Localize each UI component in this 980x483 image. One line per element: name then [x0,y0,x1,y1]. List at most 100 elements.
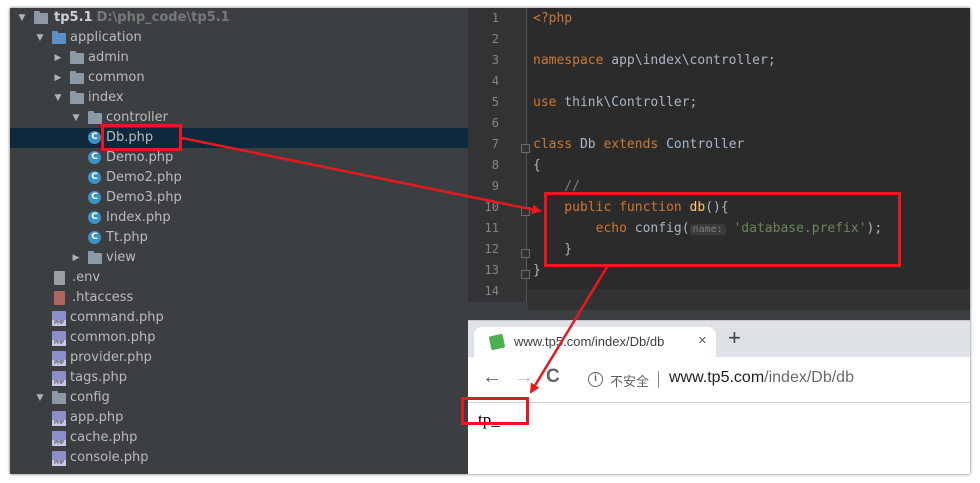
code-line-13[interactable]: } [533,260,541,281]
folder-icon [52,391,66,404]
code-line-3[interactable]: namespace app\index\controller; [533,50,776,71]
tree-item[interactable]: tags.php [10,368,468,388]
tree-item-label: console.php [70,450,149,465]
code-line-5[interactable]: use think\Controller; [533,92,697,113]
tree-item[interactable]: ▶ common [10,68,468,88]
close-brace-class: } [533,263,541,278]
tree-item[interactable]: ▼ controller [10,108,468,128]
forward-button[interactable]: → [514,366,534,389]
tree-root[interactable]: ▼ tp5.1 D:\php_code\tp5.1 [10,8,468,28]
folder-icon [34,11,48,24]
address-separator [658,371,659,388]
source-folder-icon [52,31,66,44]
fold-marker-icon[interactable] [521,207,530,216]
tree-item[interactable]: common.php [10,328,468,348]
chevron-down-icon[interactable]: ▼ [52,88,64,108]
php-class-icon: C [88,231,101,244]
tree-item[interactable]: ▼ index [10,88,468,108]
highlight-db-file [101,124,182,151]
tree-item-label: Tt.php [106,230,148,245]
tree-item[interactable]: command.php [10,308,468,328]
code-line-8[interactable]: { [533,155,541,176]
tree-item-label: common [88,70,145,85]
project-tree: ▼ tp5.1 D:\php_code\tp5.1 ▼ application ▶ ad… [10,8,468,474]
chevron-right-icon[interactable]: ▶ [70,248,82,268]
tree-item-label: command.php [70,310,164,325]
folder-icon [70,51,84,64]
php-file-icon [52,451,66,466]
url-path: /index/Db/db [764,369,854,386]
tree-item-label: Demo2.php [106,170,182,185]
tree-item-label: config [70,390,110,405]
fold-marker-icon[interactable] [521,249,530,258]
tree-item-label: application [70,30,142,45]
close-tab-icon[interactable]: × [698,332,707,349]
chevron-down-icon[interactable]: ▼ [16,8,28,28]
url-host: www.tp5.com [669,369,765,386]
fold-marker-icon[interactable] [521,144,530,153]
line-number: 7 [491,137,499,151]
line-number: 10 [484,200,499,214]
tree-item[interactable]: C Demo3.php [10,188,468,208]
chevron-down-icon[interactable]: ▼ [34,388,46,408]
tree-item[interactable]: .env [10,268,468,288]
tree-item[interactable]: C Index.php [10,208,468,228]
tree-item-label: cache.php [70,430,138,445]
browser-tab-bar: www.tp5.com/index/Db/db × + [468,321,970,357]
fold-marker-icon[interactable] [521,270,530,279]
tree-item[interactable]: ▶ view [10,248,468,268]
env-file-icon [54,271,65,285]
browser-toolbar: ← → C i 不安全 www.tp5.com/index/Db/db [468,357,970,403]
tree-root-path: D:\php_code\tp5.1 [96,10,230,25]
htaccess-file-icon [54,291,65,305]
tree-item-label: .env [72,270,101,285]
folder-icon [88,111,102,124]
parent-class: Controller [658,137,745,152]
favicon-icon [488,333,506,351]
php-class-icon: C [88,131,101,144]
folder-icon [70,71,84,84]
namespace-keyword: namespace [533,53,604,68]
info-icon[interactable]: i [588,372,603,387]
line-number: 9 [491,179,499,193]
class-keyword: class [533,137,573,152]
tree-item-label: Index.php [106,210,171,225]
tree-item[interactable]: C Demo2.php [10,168,468,188]
tree-item[interactable]: ▼ application [10,28,468,48]
address-bar[interactable]: www.tp5.com/index/Db/db [669,369,854,387]
tree-item[interactable]: provider.php [10,348,468,368]
tree-item[interactable]: console.php [10,448,468,468]
tree-item[interactable]: C Demo.php [10,148,468,168]
php-file-icon [52,431,66,446]
tree-item-label: admin [88,50,129,65]
tree-item[interactable]: ▶ admin [10,48,468,68]
line-number: 6 [491,116,499,130]
line-number: 5 [491,95,499,109]
insecure-label[interactable]: 不安全 [610,371,649,390]
php-open-tag: <?php [533,11,573,26]
chevron-right-icon[interactable]: ▶ [52,48,64,68]
new-tab-button[interactable]: + [728,325,741,351]
tree-item-label: app.php [70,410,124,425]
line-number: 3 [491,53,499,67]
tree-item[interactable]: C Tt.php [10,228,468,248]
browser-window: www.tp5.com/index/Db/db × + ← → C i 不安全 … [468,320,970,474]
tree-item-label: .htaccess [72,290,134,305]
code-line-7[interactable]: class Db extends Controller [533,134,744,155]
line-number: 4 [491,74,499,88]
browser-tab[interactable]: www.tp5.com/index/Db/db × [474,327,716,357]
back-button[interactable]: ← [482,366,502,389]
code-line-1[interactable]: <?php [533,8,572,29]
highlight-code-block [544,192,901,267]
tree-item[interactable]: C Db.php [10,128,468,148]
chevron-down-icon[interactable]: ▼ [34,28,46,48]
php-class-icon: C [88,211,101,224]
reload-button[interactable]: C [546,366,560,388]
chevron-right-icon[interactable]: ▶ [52,68,64,88]
tree-item[interactable]: .htaccess [10,288,468,308]
tree-item[interactable]: cache.php [10,428,468,448]
tree-item[interactable]: app.php [10,408,468,428]
extends-keyword: extends [603,137,659,152]
tree-item[interactable]: ▼ config [10,388,468,408]
chevron-down-icon[interactable]: ▼ [70,108,82,128]
